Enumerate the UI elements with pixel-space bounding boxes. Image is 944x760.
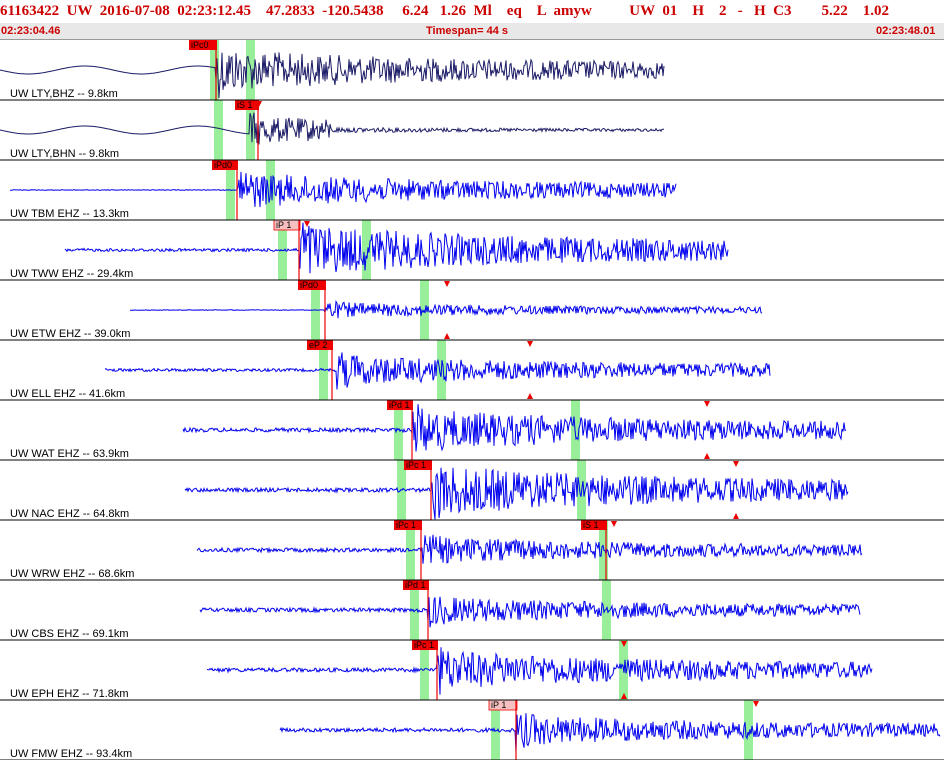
station-label: UW EPH EHZ -- 71.8km [10, 688, 129, 700]
pick-arrow [704, 401, 710, 407]
phase-pick-label: iPd0 [300, 280, 318, 290]
pick-arrow [527, 393, 533, 399]
seismogram-panel[interactable]: iPc0 iS 1 iPd0 iP 1 iPd0 eP 2 iPd 1 iPc 1 iPc 1 i… [0, 40, 944, 760]
end-time: 02:23:48.01 [876, 25, 936, 37]
station-label: UW LTY,BHZ -- 9.8km [10, 88, 118, 100]
phase-pick-label: eP 2 [309, 340, 327, 350]
waveform-trace[interactable] [199, 596, 861, 628]
station-label: UW LTY,BHN -- 9.8km [10, 148, 119, 160]
pick-arrow [444, 281, 450, 287]
waveform-trace[interactable] [184, 467, 849, 520]
waveform-trace[interactable] [182, 404, 847, 452]
waveform-trace[interactable] [130, 299, 763, 319]
time-bar: 02:23:04.46 Timespan= 44 s 02:23:48.01 [0, 23, 944, 40]
station-label: UW CBS EHZ -- 69.1km [10, 628, 129, 640]
station-label: UW WAT EHZ -- 63.9km [10, 448, 129, 460]
pick-arrow [733, 461, 739, 467]
station-label: UW ETW EHZ -- 39.0km [10, 328, 130, 340]
pick-arrow [704, 453, 710, 459]
station-label: UW ELL EHZ -- 41.6km [10, 388, 125, 400]
phase-pick-label: iP 1 [491, 700, 506, 710]
station-label: UW TBM EHZ -- 13.3km [10, 208, 129, 220]
analysis-window [214, 100, 223, 160]
event-header: 61163422 UW 2016-07-08 02:23:12.45 47.28… [0, 0, 944, 40]
timespan-label: Timespan= 44 s [426, 25, 509, 37]
waveform-trace[interactable] [10, 171, 677, 208]
phase-pick-label: iPd 1 [405, 580, 426, 590]
pick-arrow [733, 513, 739, 519]
station-label: UW WRW EHZ -- 68.6km [10, 568, 134, 580]
phase-pick-label: iP 1 [276, 220, 291, 230]
waveform-trace[interactable] [279, 713, 941, 753]
phase-pick-label: iPc 1 [406, 460, 426, 470]
waveform-trace[interactable] [196, 534, 863, 564]
start-time: 02:23:04.46 [1, 25, 61, 37]
pick-arrow [444, 333, 450, 339]
waveform-trace[interactable] [64, 222, 729, 274]
phase-pick-label: iPd 1 [389, 400, 410, 410]
station-label: UW FMW EHZ -- 93.4km [10, 748, 132, 760]
waveform-trace[interactable] [206, 647, 873, 695]
phase-pick-label: iPc 1 [396, 520, 416, 530]
station-label: UW TWW EHZ -- 29.4km [10, 268, 133, 280]
pick-arrow [611, 521, 617, 527]
phase-pick-label: iPd0 [214, 160, 232, 170]
waveform-trace[interactable] [0, 112, 665, 145]
station-label: UW NAC EHZ -- 64.8km [10, 508, 129, 520]
phase-pick-label: iS 1 [237, 100, 253, 110]
phase-pick-label: iS 1 [583, 520, 599, 530]
phase-pick-label: iPc 1 [414, 640, 434, 650]
pick-arrow [527, 341, 533, 347]
event-summary: 61163422 UW 2016-07-08 02:23:12.45 47.28… [0, 2, 890, 19]
pick-arrow [753, 701, 759, 707]
phase-pick-label: iPc0 [191, 40, 209, 50]
